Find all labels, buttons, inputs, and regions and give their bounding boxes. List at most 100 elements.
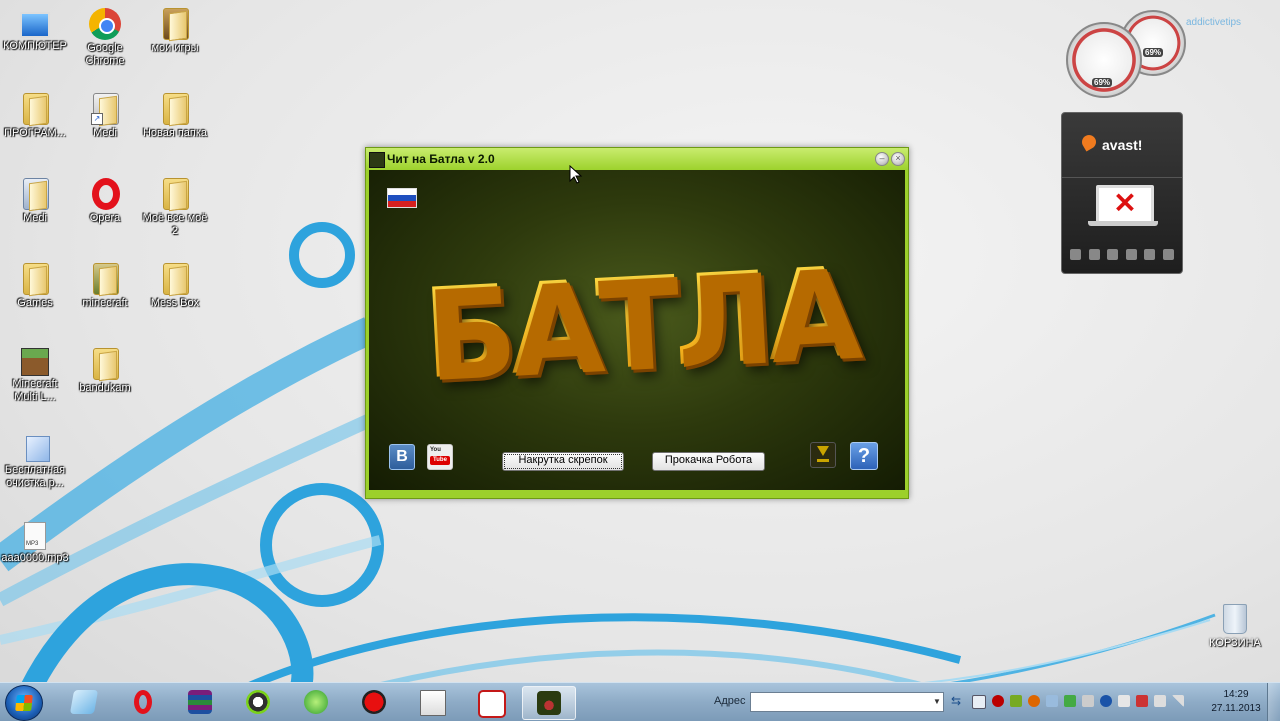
tray-window-icon[interactable] (972, 695, 986, 709)
desktop-icon-mp3-file[interactable]: MP3 ааа0000.mp3 (0, 522, 70, 565)
shortcut-arrow-icon: ↗ (91, 113, 103, 125)
desktop-icon-games[interactable]: Games (0, 263, 70, 310)
desktop-icon-label: minecraft (82, 297, 128, 309)
desktop-icon-label: Games (17, 297, 53, 309)
avast-logo-icon (1079, 132, 1099, 152)
desktop-icon-minecraft-launcher[interactable]: Minecraft Multi L... (0, 348, 70, 404)
desktop-icon-label: ПРОГРАМ... (4, 127, 66, 139)
mouse-cursor-icon (569, 165, 583, 184)
laptop-base (1088, 221, 1158, 226)
desktop-icon-cleaner[interactable]: Бесплатная очистка р... (0, 436, 70, 490)
desktop-icon-my-games[interactable]: мои игры (140, 8, 210, 55)
taskbar-downloader[interactable] (290, 686, 342, 718)
taskbar-cheat-app[interactable] (522, 686, 576, 720)
vk-icon[interactable]: B (389, 444, 415, 470)
refresh-icon[interactable] (1107, 249, 1119, 260)
address-label: Адрес (714, 695, 746, 707)
avast-gadget[interactable]: avast! ✕ (1061, 112, 1183, 274)
desktop-icon-chrome[interactable]: Google Chrome (70, 8, 140, 68)
minimize-button[interactable]: – (875, 152, 889, 166)
desktop-icon-label: bandukam (79, 382, 131, 394)
tray-av-icon[interactable] (1028, 695, 1040, 707)
chevron-down-icon[interactable]: ▼ (931, 693, 943, 711)
desktop-icon-label: Opera (89, 212, 121, 224)
download-icon[interactable] (810, 442, 836, 468)
desktop-icon-bandukam[interactable]: bandukam (70, 348, 140, 395)
taskbar-recorder[interactable] (348, 686, 400, 718)
taskbar-winrar[interactable] (174, 686, 226, 718)
folder-icon (159, 8, 191, 40)
tray-mail-icon[interactable] (1046, 695, 1058, 707)
desktop-icon-label: Medi (23, 212, 47, 224)
close-button[interactable]: × (891, 152, 905, 166)
youtube-icon[interactable]: You Tube (427, 444, 453, 470)
window-titlebar[interactable]: Чит на Батла v 2.0 – × (366, 148, 908, 170)
desktop-icon-my-all-2[interactable]: Моё все моё 2 (140, 178, 210, 238)
go-arrows-icon[interactable]: ⇆ (947, 692, 965, 710)
winrar-icon (188, 690, 212, 714)
facebook-icon[interactable] (1144, 249, 1156, 260)
tray-update-icon[interactable] (1064, 695, 1076, 707)
bluetooth-icon[interactable] (1100, 695, 1112, 707)
clock[interactable]: 14:29 27.11.2013 (1206, 688, 1266, 716)
youtube-you: You (430, 447, 441, 453)
folder-icon[interactable] (1070, 249, 1081, 260)
tray-flag-icon[interactable] (1136, 695, 1148, 707)
taskbar-window[interactable] (406, 686, 458, 718)
tray-signal-icon[interactable] (1172, 695, 1184, 707)
windows-logo-icon (15, 695, 33, 711)
computer-icon (20, 12, 50, 38)
show-desktop-button[interactable] (1267, 683, 1280, 721)
help-button[interactable]: ? (850, 442, 878, 470)
desktop-icon-label: Новая папка (142, 127, 208, 139)
window-icon[interactable] (1088, 249, 1100, 260)
volume-icon[interactable] (1118, 695, 1130, 707)
taskbar-opera[interactable] (116, 686, 168, 718)
taskbar-grapher[interactable] (464, 686, 516, 718)
gear-icon (246, 690, 270, 714)
folder-icon (89, 348, 121, 380)
window-title: Чит на Батла v 2.0 (387, 152, 495, 166)
window-icon (420, 690, 446, 716)
boost-clips-button[interactable]: Накрутка скрепок (502, 452, 624, 471)
desktop-icon-label: Google Chrome (85, 42, 125, 67)
tray-network-icon[interactable] (1082, 695, 1094, 707)
desktop-icon-recycle-bin[interactable]: КОРЗИНА (1200, 604, 1270, 649)
desktop-icon-medi-2[interactable]: Medi (0, 178, 70, 225)
link-icon[interactable] (1162, 249, 1174, 260)
g-app-icon (478, 690, 506, 718)
tray-usb-icon[interactable] (1154, 695, 1166, 707)
robot-app-icon (537, 691, 561, 715)
desktop-icon-programs[interactable]: ПРОГРАМ... (0, 93, 70, 140)
desktop-icon-medi-1[interactable]: ↗ Medi (70, 93, 140, 140)
youtube-tube: Tube (430, 456, 450, 465)
tray-apps-icon[interactable] (1010, 695, 1022, 707)
desktop-icon-label: КОМПЮТЕР (3, 40, 67, 52)
desktop-icon-new-folder[interactable]: Новая папка (140, 93, 210, 140)
upgrade-robot-button[interactable]: Прокачка Робота (652, 452, 765, 471)
russian-flag-icon[interactable] (387, 188, 417, 208)
desktop-icon-minecraft-folder[interactable]: minecraft (70, 263, 140, 310)
audio-file-icon: MP3 (24, 522, 46, 550)
gadget-meter-cpu[interactable]: 69% (1066, 22, 1142, 98)
folder-icon (159, 263, 191, 295)
taskbar-game-booster[interactable] (232, 686, 284, 718)
desktop-icon-label: Minecraft Multi L... (12, 378, 58, 403)
desktop-icon-computer[interactable]: КОМПЮТЕР (0, 8, 70, 53)
start-button[interactable] (5, 685, 43, 721)
desktop-icon-opera[interactable]: Opera (70, 178, 140, 225)
clock-time: 14:29 (1223, 689, 1249, 700)
taskbar-explorer[interactable] (58, 686, 110, 718)
chrome-icon (89, 8, 121, 40)
alert-x-icon: ✕ (1113, 187, 1137, 219)
folder-icon (19, 93, 51, 125)
tray-record-icon[interactable] (992, 695, 1004, 707)
address-input[interactable]: ▼ (750, 692, 944, 712)
laptop-icon: ✕ (1096, 185, 1154, 225)
desktop-icon-label: КОРЗИНА (1209, 637, 1261, 649)
folder-icon (19, 263, 51, 295)
twitter-icon[interactable] (1125, 249, 1137, 260)
gauge-value: 69% (1092, 78, 1113, 87)
desktop-icon-mess-box[interactable]: Mess Box (140, 263, 210, 310)
cleaner-icon (26, 436, 50, 462)
